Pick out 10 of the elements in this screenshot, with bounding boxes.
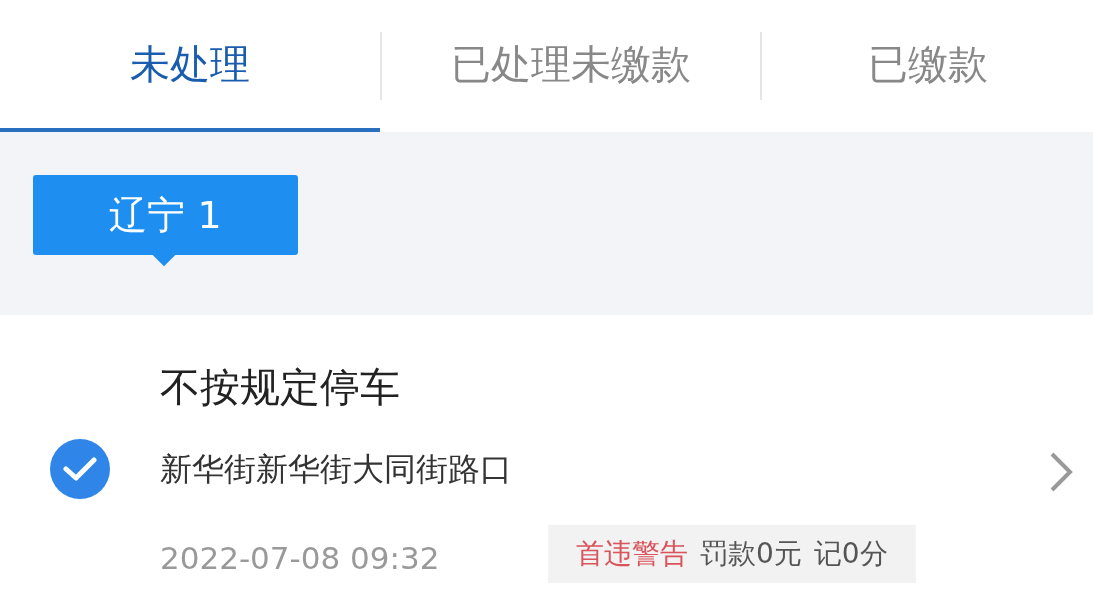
violation-title: 不按规定停车 [160,363,400,412]
violation-address: 新华街新华街大同街路口 [160,449,512,490]
warning-text: 首违警告 [576,536,688,572]
violation-time: 2022-07-08 09:32 [160,539,440,578]
tab[interactable]: 已处理未缴款 [382,0,760,132]
chevron-right-icon [1048,450,1074,494]
checked-icon[interactable] [50,439,110,499]
points-text: 记0分 [813,536,888,572]
fine-text: 罚款0元 [700,536,802,572]
tab[interactable]: 已缴款 [762,0,1093,132]
